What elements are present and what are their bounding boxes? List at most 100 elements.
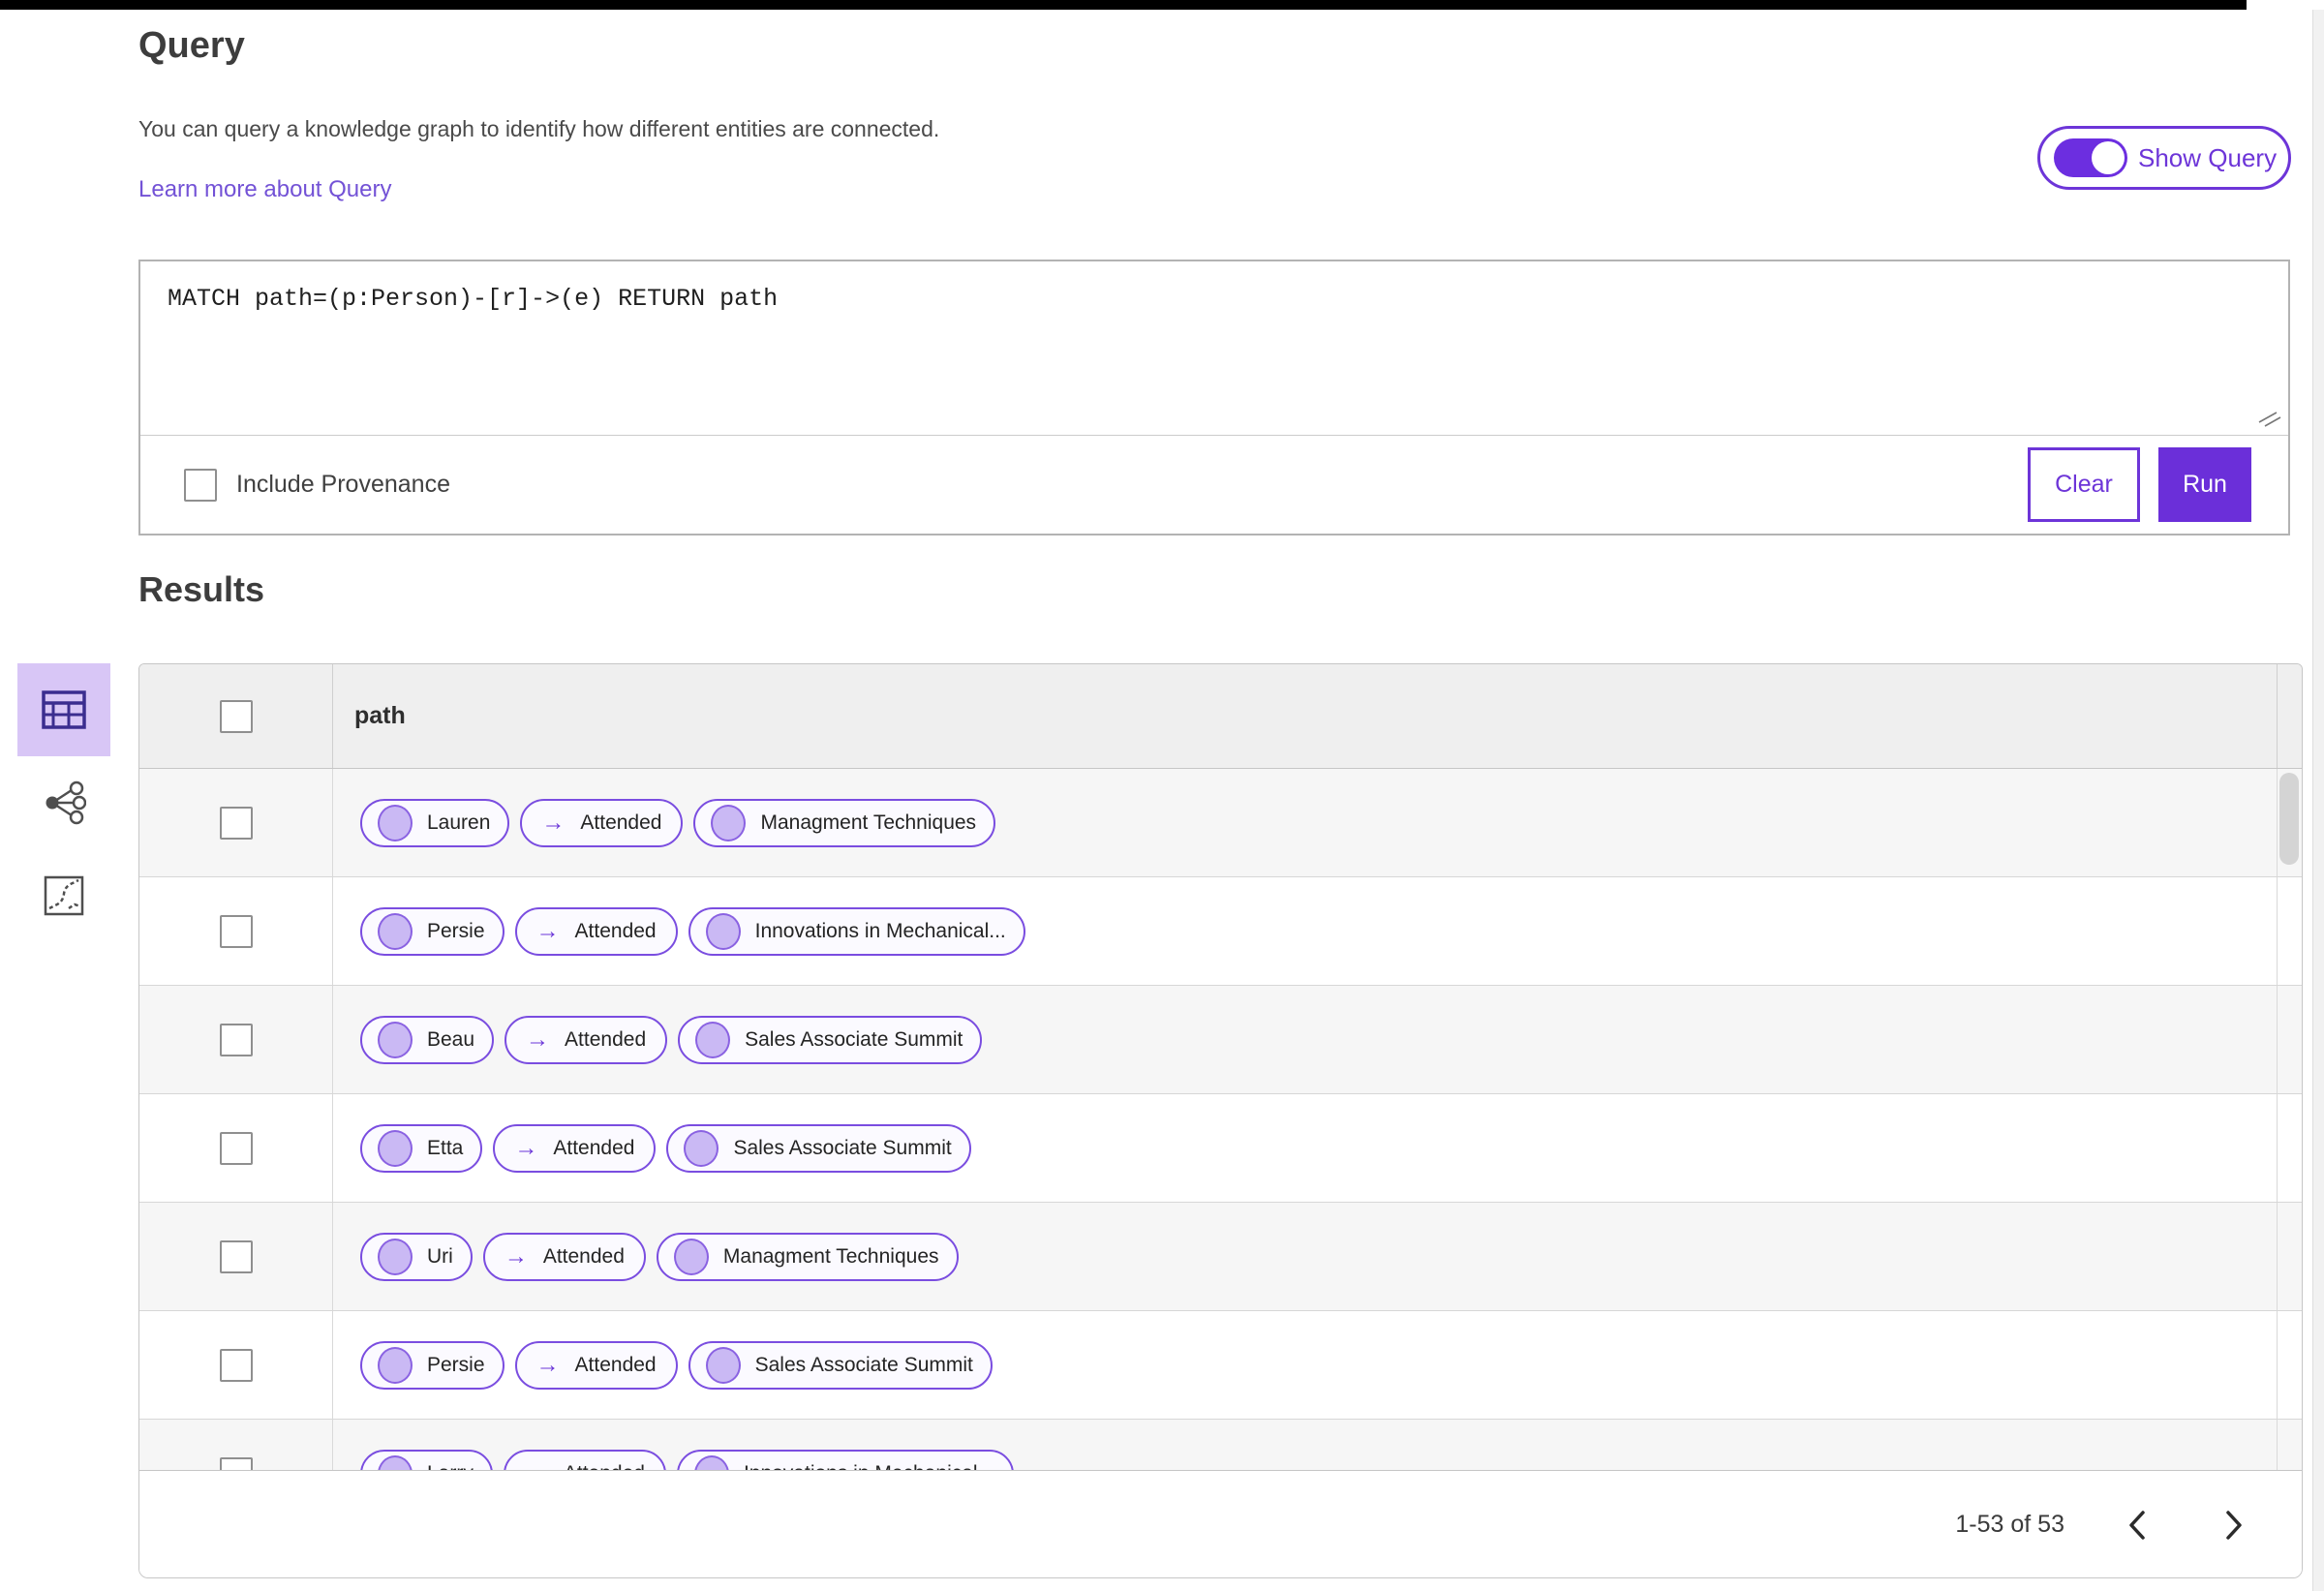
- arrow-right-icon: →: [535, 1351, 560, 1378]
- graph-view-button[interactable]: [17, 756, 110, 849]
- node-icon: [378, 1021, 413, 1058]
- network-icon: [46, 780, 86, 825]
- learn-more-link[interactable]: Learn more about Query: [138, 176, 391, 203]
- edge-pill[interactable]: → Attended: [503, 1449, 666, 1471]
- target-node-label: Sales Associate Summit: [754, 1353, 973, 1376]
- row-checkbox[interactable]: [219, 1456, 253, 1470]
- pagination-bar: 1-53 of 53: [139, 1470, 2302, 1577]
- scrollbar-cell: [2277, 1311, 2302, 1419]
- table-row: Lauren → Attended Managment Techniques: [139, 769, 2302, 877]
- target-node-pill[interactable]: Innovations in Mechanical...: [688, 906, 1025, 956]
- edge-pill[interactable]: → Attended: [505, 1015, 668, 1064]
- scrollbar-header-cell: [2277, 664, 2302, 768]
- page-title: Query: [138, 25, 245, 66]
- pagination-range: 1-53 of 53: [1955, 1511, 2064, 1538]
- row-checkbox[interactable]: [219, 1131, 253, 1165]
- target-node-label: Managment Techniques: [722, 1244, 939, 1268]
- include-provenance-checkbox[interactable]: [184, 468, 217, 502]
- edge-label: Attended: [542, 1244, 625, 1268]
- arrow-right-icon: →: [514, 1134, 538, 1161]
- previous-page-button[interactable]: [2108, 1496, 2166, 1554]
- show-query-toggle[interactable]: Show Query: [2037, 126, 2291, 190]
- include-provenance-label: Include Provenance: [236, 471, 450, 498]
- table-scrollbar-thumb[interactable]: [2279, 773, 2299, 865]
- toggle-knob: [2092, 141, 2125, 174]
- arrow-right-icon: →: [504, 1242, 528, 1270]
- page-top-border: [0, 0, 2247, 10]
- target-node-label: Sales Associate Summit: [733, 1136, 952, 1159]
- query-page: Query You can query a knowledge graph to…: [0, 0, 2324, 1591]
- edge-label: Attended: [564, 1462, 645, 1471]
- source-node-label: Lauren: [427, 811, 491, 834]
- query-input[interactable]: MATCH path=(p:Person)-[r]->(e) RETURN pa…: [140, 261, 2288, 435]
- source-node-label: Uri: [427, 1244, 453, 1268]
- row-checkbox[interactable]: [219, 1239, 253, 1273]
- target-node-label: Innovations in Mechanical...: [754, 919, 1006, 942]
- select-all-checkbox[interactable]: [219, 699, 253, 733]
- target-node-pill[interactable]: Sales Associate Summit: [688, 1340, 993, 1390]
- target-node-pill[interactable]: Managment Techniques: [693, 798, 996, 847]
- source-node-label: Persie: [427, 919, 485, 942]
- node-icon: [705, 1346, 741, 1384]
- target-node-pill[interactable]: Innovations in Mechanical...: [676, 1449, 1015, 1471]
- node-icon: [378, 1454, 413, 1470]
- row-checkbox[interactable]: [219, 1023, 253, 1056]
- node-icon: [693, 1454, 729, 1470]
- target-node-label: Innovations in Mechanical...: [744, 1462, 994, 1471]
- edge-label: Attended: [565, 1027, 647, 1051]
- table-header-row: path: [139, 664, 2302, 769]
- source-node-label: Persie: [427, 1353, 485, 1376]
- source-node-pill[interactable]: Etta: [360, 1123, 483, 1173]
- edge-label: Attended: [580, 811, 662, 834]
- window-scrollbar[interactable]: [2312, 10, 2324, 1591]
- node-icon: [378, 1346, 413, 1384]
- node-icon: [695, 1021, 731, 1058]
- table-row: Persie → Attended Innovations in Mechani…: [139, 877, 2302, 986]
- table-view-button[interactable]: [17, 663, 110, 756]
- page-description: You can query a knowledge graph to ident…: [138, 116, 940, 141]
- node-icon: [711, 804, 747, 841]
- row-checkbox[interactable]: [219, 806, 253, 840]
- edge-pill[interactable]: → Attended: [493, 1123, 657, 1173]
- source-node-pill[interactable]: Persie: [360, 906, 505, 956]
- edge-pill[interactable]: → Attended: [514, 906, 678, 956]
- edge-pill[interactable]: → Attended: [514, 1340, 678, 1390]
- edge-pill[interactable]: → Attended: [520, 798, 684, 847]
- scrollbar-cell: [2277, 1420, 2302, 1470]
- edge-label: Attended: [553, 1136, 635, 1159]
- query-panel-footer: Include Provenance Clear Run: [140, 436, 2288, 534]
- target-node-pill[interactable]: Sales Associate Summit: [666, 1123, 971, 1173]
- target-node-label: Managment Techniques: [760, 811, 977, 834]
- results-table: path Lauren → Attended Managment Techniq…: [138, 663, 2303, 1578]
- source-node-label: Larry: [427, 1462, 474, 1471]
- run-button[interactable]: Run: [2158, 447, 2251, 522]
- edge-label: Attended: [574, 919, 657, 942]
- show-query-label: Show Query: [2138, 142, 2278, 172]
- scrollbar-cell: [2277, 1094, 2302, 1202]
- clear-button[interactable]: Clear: [2028, 447, 2140, 522]
- source-node-pill[interactable]: Lauren: [360, 798, 510, 847]
- node-icon: [378, 912, 413, 950]
- source-node-pill[interactable]: Uri: [360, 1232, 473, 1281]
- query-panel: MATCH path=(p:Person)-[r]->(e) RETURN pa…: [138, 260, 2290, 535]
- table-icon: [42, 690, 86, 729]
- arrow-right-icon: →: [526, 1025, 550, 1053]
- edge-pill[interactable]: → Attended: [482, 1232, 646, 1281]
- resize-handle-icon[interactable]: [2257, 409, 2282, 430]
- target-node-pill[interactable]: Managment Techniques: [656, 1232, 959, 1281]
- row-checkbox[interactable]: [219, 1348, 253, 1382]
- node-icon: [705, 912, 741, 950]
- node-icon: [684, 1129, 719, 1167]
- target-node-pill[interactable]: Sales Associate Summit: [678, 1015, 983, 1064]
- source-node-pill[interactable]: Persie: [360, 1340, 505, 1390]
- toggle-on-icon: [2054, 138, 2127, 177]
- source-node-pill[interactable]: Beau: [360, 1015, 495, 1064]
- node-icon: [378, 804, 413, 841]
- edge-label: Attended: [574, 1353, 657, 1376]
- row-checkbox[interactable]: [219, 914, 253, 948]
- target-node-label: Sales Associate Summit: [745, 1027, 963, 1051]
- arrow-right-icon: →: [525, 1461, 548, 1470]
- chart-view-button[interactable]: [17, 849, 110, 942]
- next-page-button[interactable]: [2205, 1496, 2263, 1554]
- source-node-pill[interactable]: Larry: [360, 1449, 493, 1471]
